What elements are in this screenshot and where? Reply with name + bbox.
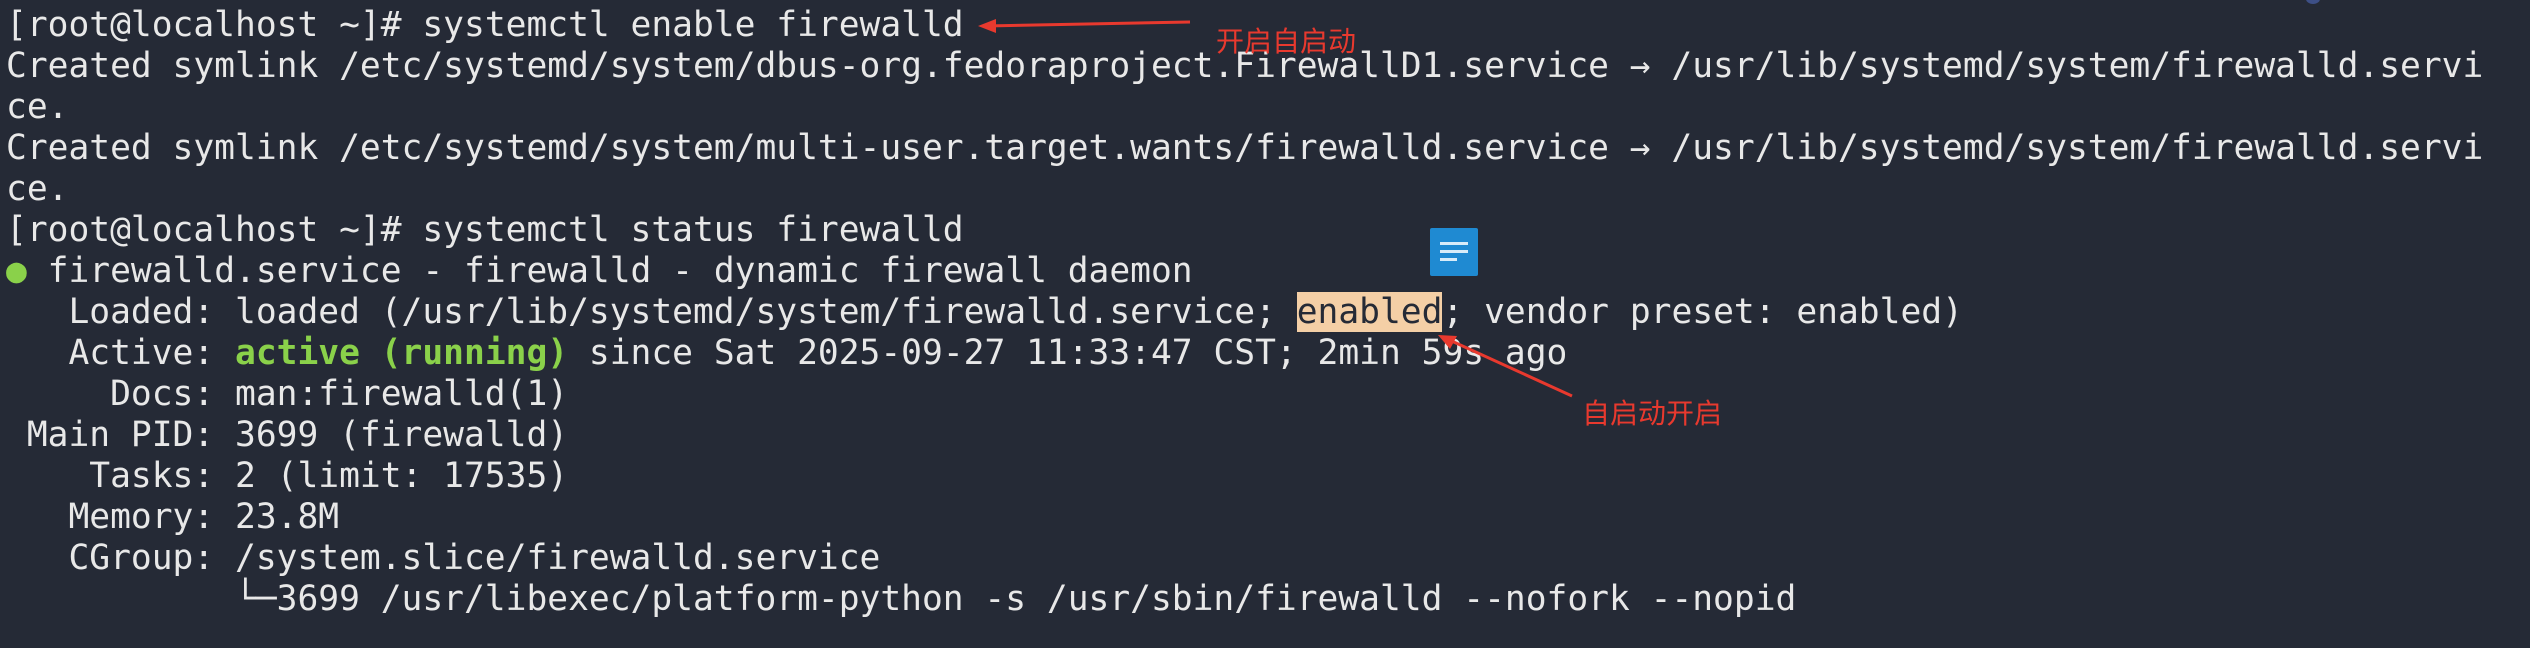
output-line: Created symlink /etc/systemd/system/mult… <box>6 128 2484 168</box>
active-since: since Sat 2025-09-27 11:33:47 CST; 2min … <box>568 333 1568 373</box>
command-text: systemctl enable firewalld <box>422 5 964 45</box>
terminal-window[interactable]: [root@localhost ~]# systemctl enable fir… <box>0 0 2530 648</box>
note-icon[interactable] <box>1430 228 1478 276</box>
status-dot-icon: ● <box>6 251 27 291</box>
main-pid-line: Main PID: 3699 (firewalld) <box>6 415 569 455</box>
service-header-line: ● firewalld.service - firewalld - dynami… <box>6 251 1193 292</box>
command-line-enable: [root@localhost ~]# systemctl enable fir… <box>6 5 964 46</box>
active-status: active (running) <box>235 333 569 373</box>
output-line: ce. <box>6 87 69 127</box>
cgroup-process-line: └─3699 /usr/libexec/platform-python -s /… <box>6 579 1797 619</box>
output-line: ce. <box>6 169 69 209</box>
shell-prompt: [root@localhost ~]# <box>6 5 423 45</box>
annotation-enable-note: 开启自启动 <box>1216 25 1357 58</box>
command-line-status: [root@localhost ~]# systemctl status fir… <box>6 210 964 251</box>
corner-indicator <box>2306 0 2320 4</box>
service-description: firewalld.service - firewalld - dynamic … <box>26 251 1193 291</box>
annotation-enabled-note: 自启动开启 <box>1582 397 1723 430</box>
memory-line: Memory: 23.8M <box>6 497 340 537</box>
arrow-line-enable <box>984 20 1191 28</box>
docs-line: Docs: man:firewalld(1) <box>6 374 569 414</box>
loaded-line: Loaded: loaded (/usr/lib/systemd/system/… <box>6 292 1963 333</box>
loaded-text-rest: ; vendor preset: enabled) <box>1442 292 1963 332</box>
active-label: Active: <box>6 333 235 373</box>
enabled-highlight: enabled <box>1296 292 1443 332</box>
command-text: systemctl status firewalld <box>422 210 964 250</box>
cgroup-line: CGroup: /system.slice/firewalld.service <box>6 538 881 578</box>
loaded-text: Loaded: loaded (/usr/lib/systemd/system/… <box>6 292 1297 332</box>
tasks-line: Tasks: 2 (limit: 17535) <box>6 456 569 496</box>
active-line: Active: active (running) since Sat 2025-… <box>6 333 1567 374</box>
shell-prompt: [root@localhost ~]# <box>6 210 423 250</box>
arrow-head-enable <box>978 19 996 33</box>
